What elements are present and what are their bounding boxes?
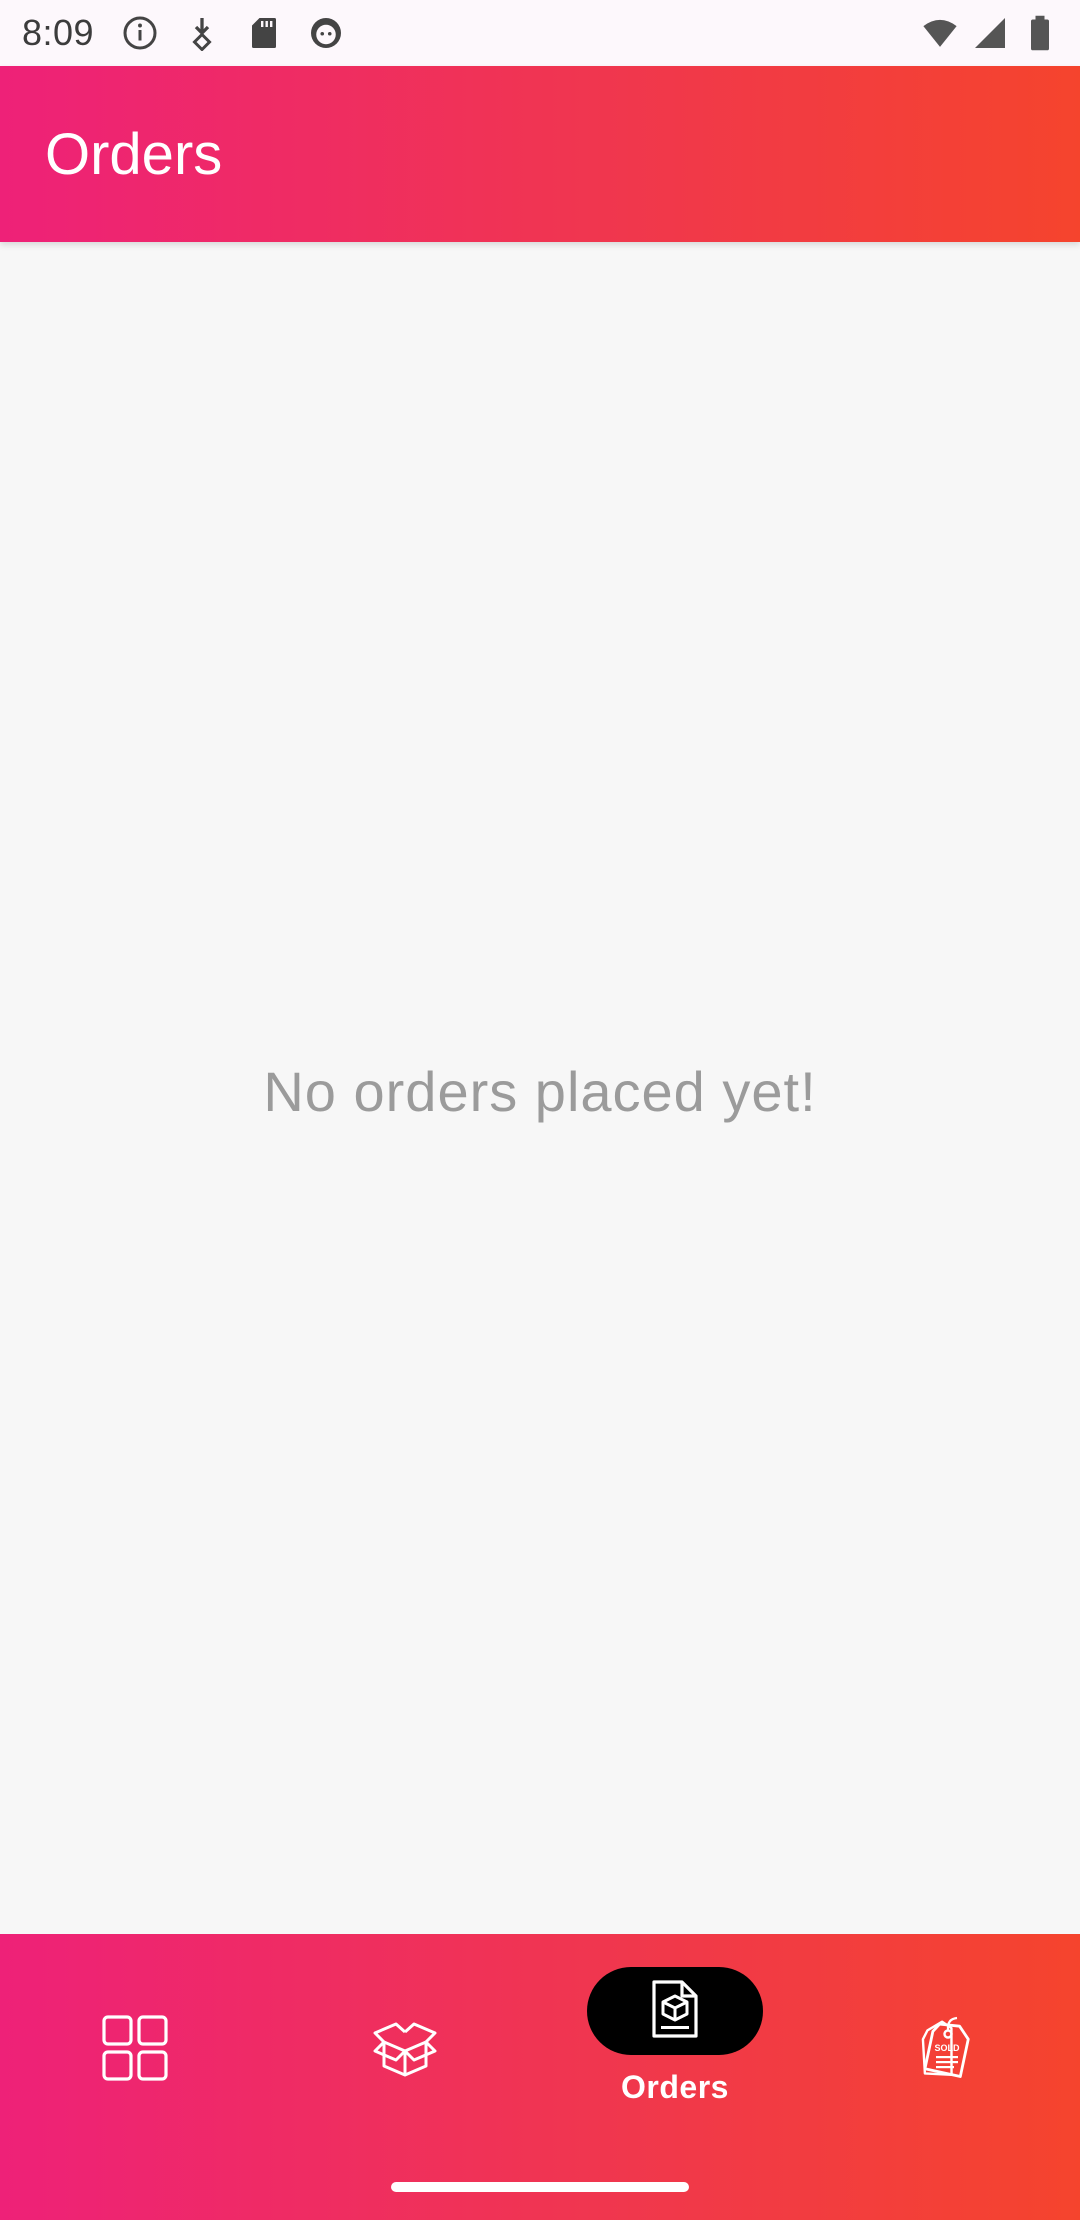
dashboard-grid-icon <box>97 2010 173 2086</box>
sd-card-icon <box>246 15 282 51</box>
app-bar: Orders <box>0 66 1080 242</box>
nav-item-dashboard[interactable] <box>0 1934 270 2154</box>
nav-item-sold[interactable]: SOLD <box>810 1934 1080 2154</box>
gesture-home-indicator[interactable] <box>391 2182 689 2192</box>
battery-icon <box>1022 15 1058 51</box>
status-bar: 8:09 <box>0 0 1080 66</box>
status-left-icons <box>122 15 344 51</box>
bottom-navigation: Orders SOLD <box>0 1934 1080 2220</box>
page-title: Orders <box>45 121 223 187</box>
sold-tag-icon: SOLD <box>907 2010 983 2086</box>
screen: 8:09 Orders No orders placed yet! Orders… <box>0 0 1080 2220</box>
signal-icon <box>972 15 1008 51</box>
nav-item-products[interactable] <box>270 1934 540 2154</box>
face-icon <box>308 15 344 51</box>
status-time: 8:09 <box>22 12 95 53</box>
status-right-icons <box>922 15 1058 51</box>
empty-state-message: No orders placed yet! <box>263 1059 817 1123</box>
orders-list-area: No orders placed yet! <box>0 242 1080 1934</box>
orders-document-icon <box>650 1979 700 2044</box>
products-box-icon <box>367 2010 443 2086</box>
download-icon <box>184 15 220 51</box>
nav-item-orders[interactable]: Orders <box>540 1934 810 2154</box>
info-icon <box>122 15 158 51</box>
wifi-icon <box>922 15 958 51</box>
active-indicator-pill <box>587 1967 763 2055</box>
nav-label-orders: Orders <box>621 2069 729 2105</box>
sold-tag-text: SOLD <box>934 2043 960 2053</box>
